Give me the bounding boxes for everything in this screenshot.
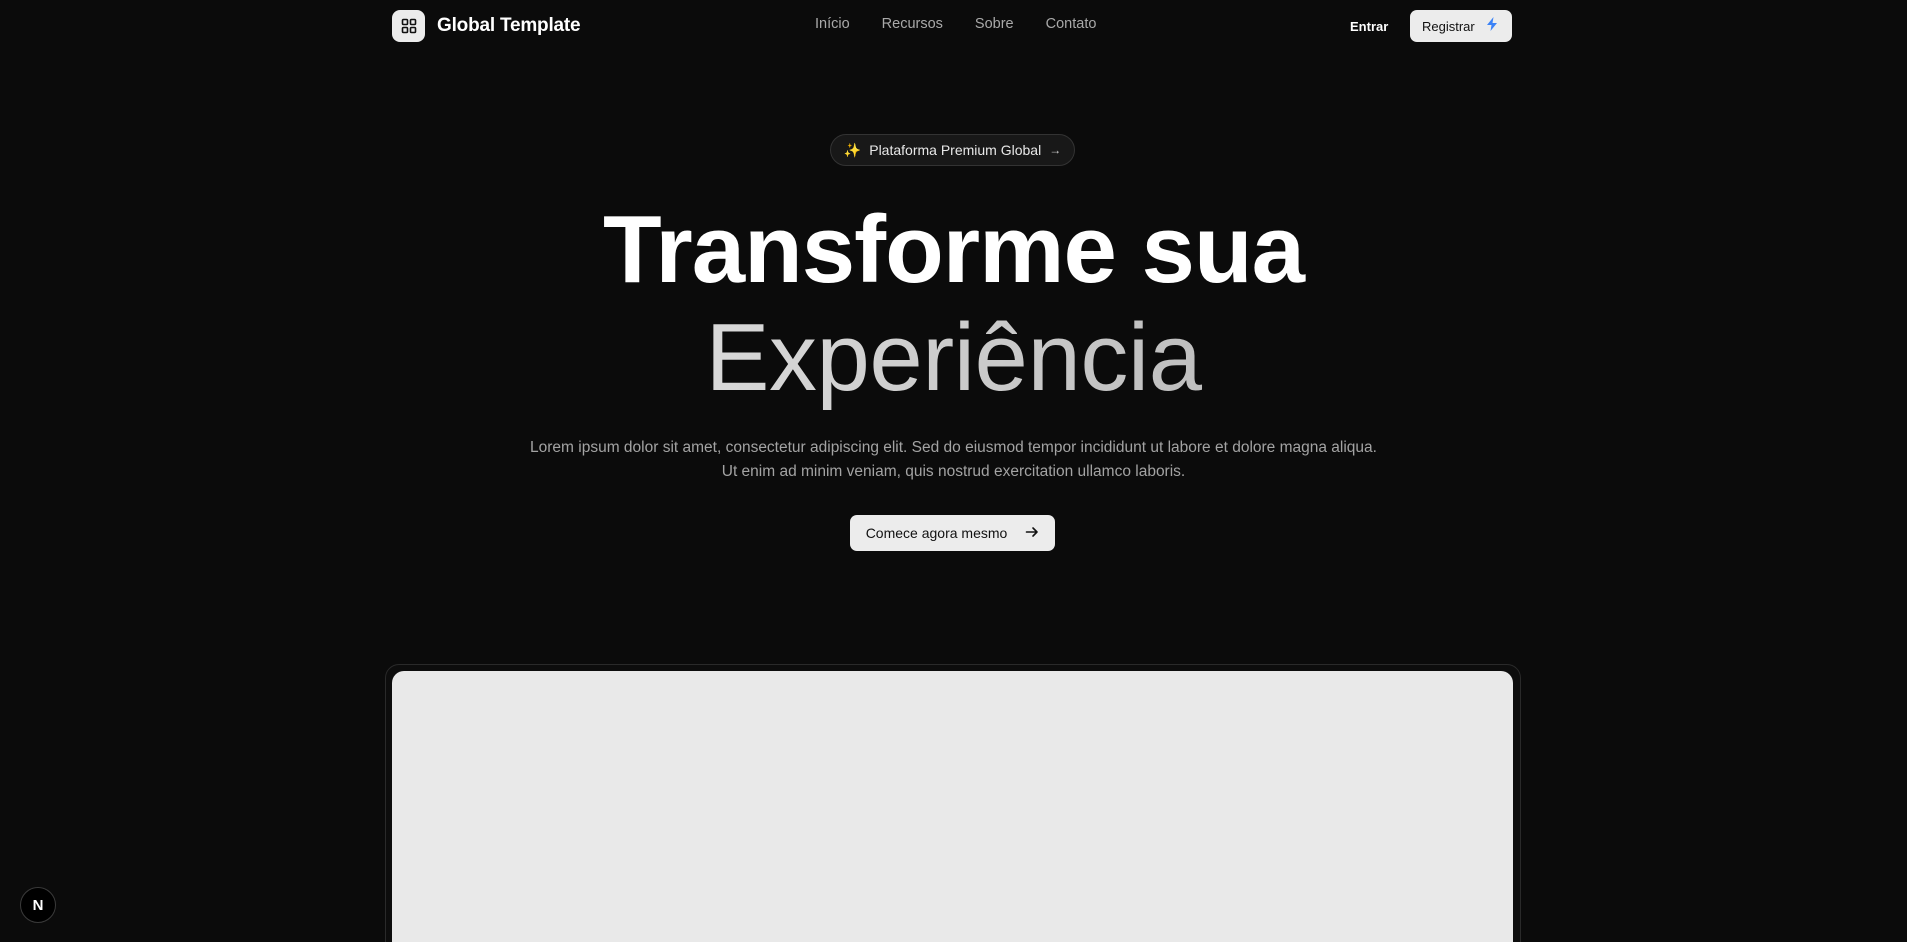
register-button-label: Registrar [1422, 18, 1475, 34]
cta-button[interactable]: Comece agora mesmo [850, 515, 1055, 551]
nav-link-sobre[interactable]: Sobre [975, 16, 1014, 32]
login-link[interactable]: Entrar [1350, 19, 1388, 34]
navbar: Global Template Início Recursos Sobre Co… [0, 0, 1907, 52]
announcement-badge[interactable]: ✨ Plataforma Premium Global → [830, 134, 1075, 166]
register-button[interactable]: Registrar [1410, 10, 1512, 42]
nextjs-dev-indicator[interactable]: N [20, 887, 56, 923]
brand-name: Global Template [437, 15, 581, 36]
hero-subtitle-line1: Lorem ipsum dolor sit amet, consectetur … [530, 439, 1377, 456]
hero-title-line2: Experiência [0, 304, 1907, 412]
hero-subtitle: Lorem ipsum dolor sit amet, consectetur … [0, 436, 1907, 484]
nav-links: Início Recursos Sobre Contato [815, 16, 1096, 32]
sparkles-icon: ✨ [843, 141, 862, 158]
cta-button-label: Comece agora mesmo [865, 525, 1008, 541]
landing-page: Global Template Início Recursos Sobre Co… [0, 0, 1907, 942]
preview-image [392, 671, 1513, 942]
badge-text: Plataforma Premium Global [869, 142, 1042, 158]
arrow-right-icon: → [1049, 143, 1062, 157]
grid-icon [392, 10, 425, 42]
nav-link-recursos[interactable]: Recursos [882, 16, 943, 32]
nav-link-contato[interactable]: Contato [1046, 16, 1097, 32]
brand[interactable]: Global Template [392, 10, 581, 42]
hero-subtitle-line2: Ut enim ad minim veniam, quis nostrud ex… [721, 463, 1186, 480]
hero-title: Transforme sua Experiência [0, 196, 1907, 412]
nav-link-inicio[interactable]: Início [815, 16, 850, 32]
arrow-right-icon [1025, 525, 1039, 542]
lightning-icon [1484, 16, 1500, 37]
hero-title-line1: Transforme sua [603, 196, 1305, 303]
nextjs-logo-icon: N [32, 896, 44, 914]
